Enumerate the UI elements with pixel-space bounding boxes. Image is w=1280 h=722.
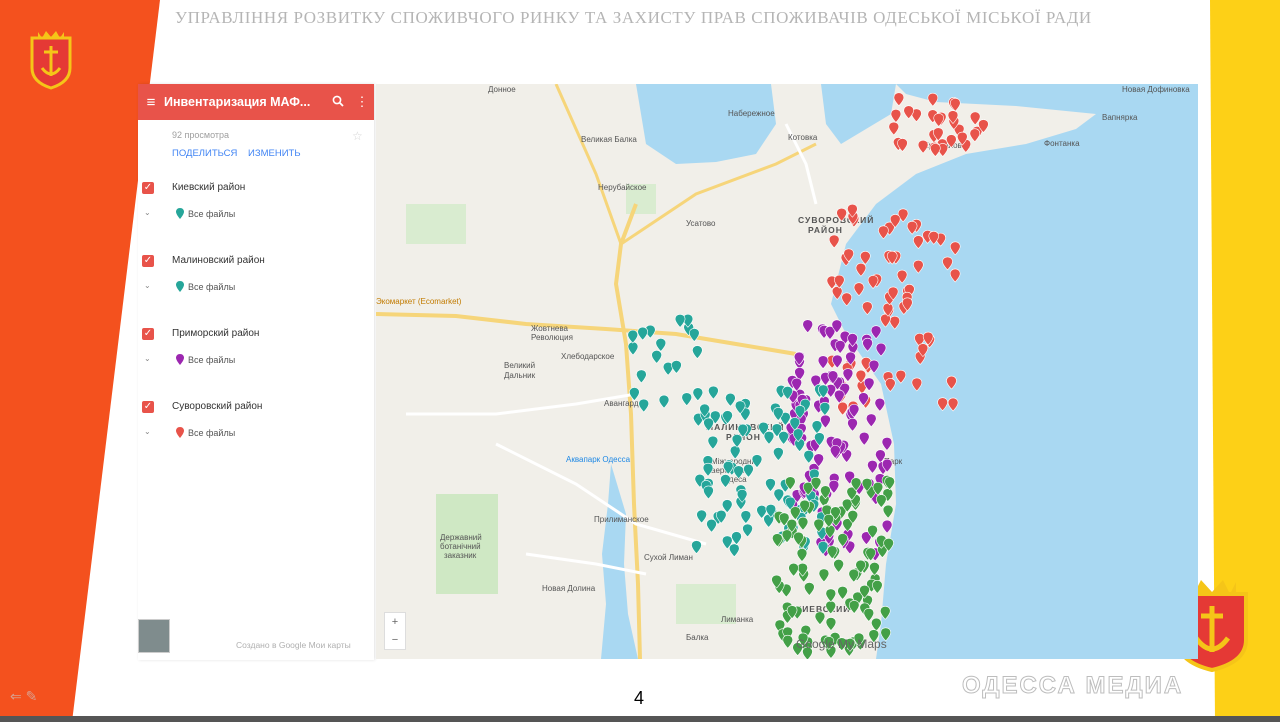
left-orange-bar (0, 0, 160, 722)
panel-actions: ПОДЕЛИТЬСЯ ИЗМЕНИТЬ (172, 148, 309, 159)
odesa-coat-of-arms-icon (30, 31, 72, 90)
map-label-usatovo: Усатово (686, 219, 716, 228)
pencil-icon: ⇐ ✎ (10, 688, 38, 704)
layer-style-row[interactable]: Все файлы (176, 281, 235, 292)
views-count: 92 просмотра (172, 130, 230, 140)
more-options-icon[interactable]: ⋮ (350, 94, 374, 110)
layer-files-label: Все файлы (188, 281, 236, 292)
map-label-zhovtneva-2: Революция (531, 333, 573, 342)
layer-style-row[interactable]: Все файлы (176, 427, 235, 438)
layer-checkbox[interactable]: ✓ (142, 255, 154, 267)
layer-suvorovsky: ✓ Суворовский район ⌄ Все файлы (138, 401, 374, 461)
chevron-down-icon[interactable]: ⌄ (144, 281, 151, 290)
map-label-kotovka: Котовка (788, 133, 818, 142)
basemap-thumbnail[interactable] (138, 619, 170, 653)
google-my-maps-logo: Google My Maps (796, 637, 887, 651)
slide-title: УПРАВЛІННЯ РОЗВИТКУ СПОЖИВЧОГО РИНКУ ТА … (175, 8, 1092, 27)
zoom-in-button[interactable]: + (385, 613, 405, 631)
map-label-balka: Балка (686, 633, 709, 642)
map-base: Донное Набережное Великая Балка Котовка … (376, 84, 1198, 659)
map-pin-icon (176, 208, 184, 219)
map-label-ecomarket: Экомаркет (Ecomarket) (376, 297, 462, 306)
page-number: 4 (634, 688, 645, 708)
layer-checkbox[interactable]: ✓ (142, 401, 154, 413)
map-label-nerubayskoe: Нерубайское (598, 183, 647, 192)
map-label-avangard: Авангард (604, 399, 639, 408)
map-label-suvorovsky-2: РАЙОН (808, 224, 843, 235)
zoom-out-button[interactable]: − (385, 631, 405, 649)
layer-kievsky: ✓ Киевский район ⌄ Все файлы (138, 182, 374, 242)
odessa-media-watermark: ОДЕССА МЕДИА (961, 672, 1184, 700)
layer-malinovsky: ✓ Малиновский район ⌄ Все файлы (138, 255, 374, 315)
layer-style-row[interactable]: Все файлы (176, 354, 235, 365)
google-logo-text: Google (796, 637, 835, 651)
map-label-velikiy-dalnik-1: Великий (504, 361, 535, 370)
map-label-limanka: Лиманка (721, 615, 754, 624)
map-label-velikaya-balka: Великая Балка (581, 135, 637, 144)
map-label-khlebodarskoe: Хлебодарское (561, 352, 615, 361)
map-label-botanic-1: Державний (440, 533, 482, 542)
map-label-velikiy-dalnik-2: Дальник (504, 371, 536, 380)
map-pin-icon (176, 354, 184, 365)
map-label-sukhoy-liman: Сухой Лиман (644, 553, 693, 562)
bottom-strip (0, 716, 1280, 722)
share-link[interactable]: ПОДЕЛИТЬСЯ (172, 148, 237, 159)
map-label-suvorovsky-1: СУВОРОВСКИЙ (798, 214, 874, 225)
layer-primorsky: ✓ Приморский район ⌄ Все файлы (138, 328, 374, 388)
map-label-botanic-2: ботанічний (440, 542, 481, 551)
my-maps-panel: ≡ Инвентаризация МАФ... ⋮ 92 просмотра ☆… (138, 84, 374, 660)
layer-files-label: Все файлы (188, 208, 236, 219)
layer-checkbox[interactable]: ✓ (142, 328, 154, 340)
star-icon[interactable]: ☆ (352, 129, 363, 143)
map-label-botanic-3: заказник (444, 551, 477, 560)
layer-checkbox[interactable]: ✓ (142, 182, 154, 194)
layer-name: Малиновский район (172, 255, 265, 266)
panel-header: ≡ Инвентаризация МАФ... ⋮ (138, 84, 374, 120)
map-label-naberezhnoe: Набережное (728, 109, 775, 118)
map-label-novaya-dolina: Новая Долина (542, 584, 596, 593)
created-with-text: Создано в Google Мои карты (236, 640, 351, 650)
layer-files-label: Все файлы (188, 354, 236, 365)
layer-name: Киевский район (172, 182, 246, 193)
map-pin-icon (176, 281, 184, 292)
layer-name: Суворовский район (172, 401, 263, 412)
map-title[interactable]: Инвентаризация МАФ... (164, 95, 326, 109)
map-label-zhovtneva-1: Жовтнева (531, 324, 569, 333)
map-label-vapnyarka: Вапнярка (1102, 113, 1138, 122)
search-icon[interactable] (326, 95, 350, 110)
layer-name: Приморский район (172, 328, 260, 339)
edit-link[interactable]: ИЗМЕНИТЬ (248, 148, 301, 159)
layer-style-row[interactable]: Все файлы (176, 208, 235, 219)
menu-icon[interactable]: ≡ (138, 94, 164, 111)
map-pin-icon (176, 427, 184, 438)
map-label-donnoe: Донное (488, 85, 516, 94)
map-label-prilimanskoe: Прилиманское (594, 515, 649, 524)
chevron-down-icon[interactable]: ⌄ (144, 427, 151, 436)
map-label-fontanka: Фонтанка (1044, 139, 1080, 148)
chevron-down-icon[interactable]: ⌄ (144, 354, 151, 363)
chevron-down-icon[interactable]: ⌄ (144, 208, 151, 217)
map-label-akvapark: Аквапарк Одесса (566, 455, 631, 464)
zoom-controls: + − (384, 612, 406, 650)
layer-files-label: Все файлы (188, 427, 236, 438)
my-maps-text: My Maps (838, 637, 887, 651)
map-label-novaya-dofinovka: Новая Дофиновка (1122, 85, 1190, 94)
map-canvas[interactable]: Донное Набережное Великая Балка Котовка … (376, 84, 1198, 659)
